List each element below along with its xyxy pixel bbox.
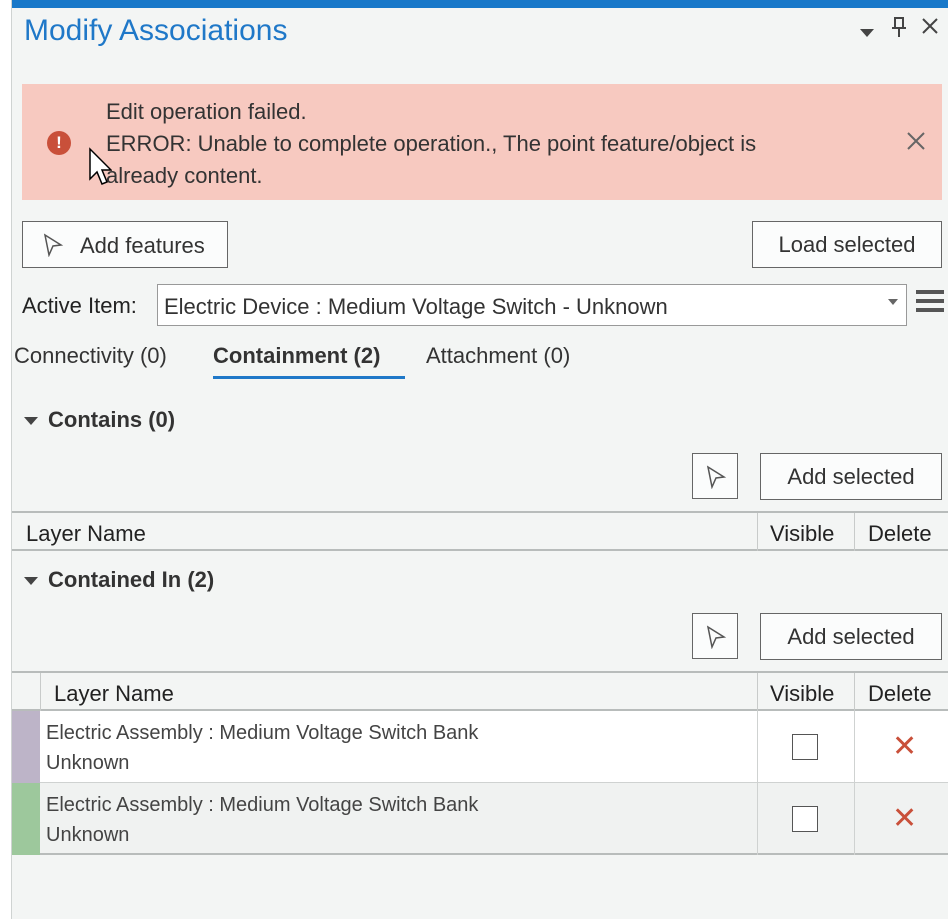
row-layer-subtype: Unknown (46, 752, 130, 774)
column-divider (854, 673, 855, 711)
panel-accent-bar (12, 0, 948, 8)
contained-in-section-header[interactable]: Contained In (2) (24, 567, 214, 593)
delete-icon[interactable]: ✕ (892, 801, 917, 836)
column-divider (854, 783, 855, 855)
select-cursor-icon (706, 625, 727, 649)
close-icon[interactable] (920, 16, 940, 42)
panel-title: Modify Associations (24, 14, 288, 47)
tab-containment[interactable]: Containment (2) (213, 343, 380, 369)
contained-in-title: Contained In (2) (48, 567, 215, 592)
visible-checkbox[interactable] (792, 806, 818, 832)
contained-in-table-header: Layer Name Visible Delete (12, 671, 948, 711)
error-line-3: already content. (106, 163, 263, 188)
column-delete[interactable]: Delete (868, 521, 932, 547)
tab-connectivity[interactable]: Connectivity (0) (14, 343, 167, 369)
add-features-label: Add features (80, 233, 205, 258)
column-divider (854, 711, 855, 783)
chevron-down-icon (24, 577, 38, 586)
visible-checkbox[interactable] (792, 734, 818, 760)
contains-table-header: Layer Name Visible Delete (12, 511, 948, 551)
dropdown-arrow-icon (888, 299, 898, 305)
error-line-2: ERROR: Unable to complete operation., Th… (106, 131, 757, 156)
error-close-icon[interactable] (905, 128, 927, 159)
column-divider (757, 711, 758, 783)
active-item-label: Active Item: (22, 293, 137, 318)
contains-title: Contains (0) (48, 407, 176, 432)
contained-in-add-selected-button[interactable]: Add selected (760, 613, 942, 660)
chevron-down-icon (24, 417, 38, 426)
menu-icon[interactable] (916, 290, 944, 318)
column-divider (757, 513, 758, 551)
row-color-swatch (12, 783, 40, 855)
error-icon: ! (47, 131, 71, 155)
active-item-select[interactable]: Electric Device : Medium Voltage Switch … (157, 284, 907, 326)
active-tab-indicator (213, 376, 405, 379)
table-row[interactable]: Electric Assembly : Medium Voltage Switc… (12, 783, 948, 855)
active-item-value: Electric Device : Medium Voltage Switch … (164, 294, 668, 319)
column-delete[interactable]: Delete (868, 681, 932, 707)
left-edge (0, 0, 12, 919)
contains-section-header[interactable]: Contains (0) (24, 407, 175, 433)
select-cursor-icon (706, 465, 727, 489)
pin-icon[interactable] (890, 16, 908, 44)
select-tool-button[interactable] (692, 453, 738, 499)
delete-icon[interactable]: ✕ (892, 729, 917, 764)
row-layer-name: Electric Assembly : Medium Voltage Switc… (46, 722, 479, 744)
load-selected-button[interactable]: Load selected (752, 221, 942, 268)
error-line-1: Edit operation failed. (106, 99, 307, 124)
table-row[interactable]: Electric Assembly : Medium Voltage Switc… (12, 711, 948, 783)
row-layer-subtype: Unknown (46, 824, 130, 846)
row-color-swatch (12, 711, 40, 783)
column-divider (40, 673, 41, 711)
chevron-down-icon[interactable] (858, 20, 876, 46)
column-layer-name[interactable]: Layer Name (26, 521, 146, 547)
contains-add-selected-button[interactable]: Add selected (760, 453, 942, 500)
column-visible[interactable]: Visible (770, 521, 834, 547)
select-tool-button[interactable] (692, 613, 738, 659)
column-divider (757, 673, 758, 711)
column-divider (757, 783, 758, 855)
select-cursor-icon (41, 233, 65, 263)
column-visible[interactable]: Visible (770, 681, 834, 707)
tab-attachment[interactable]: Attachment (0) (426, 343, 570, 369)
mouse-pointer-icon (88, 147, 113, 192)
add-features-button[interactable]: Add features (22, 221, 228, 268)
column-layer-name[interactable]: Layer Name (54, 681, 174, 707)
row-layer-name: Electric Assembly : Medium Voltage Switc… (46, 794, 479, 816)
column-divider (854, 513, 855, 551)
